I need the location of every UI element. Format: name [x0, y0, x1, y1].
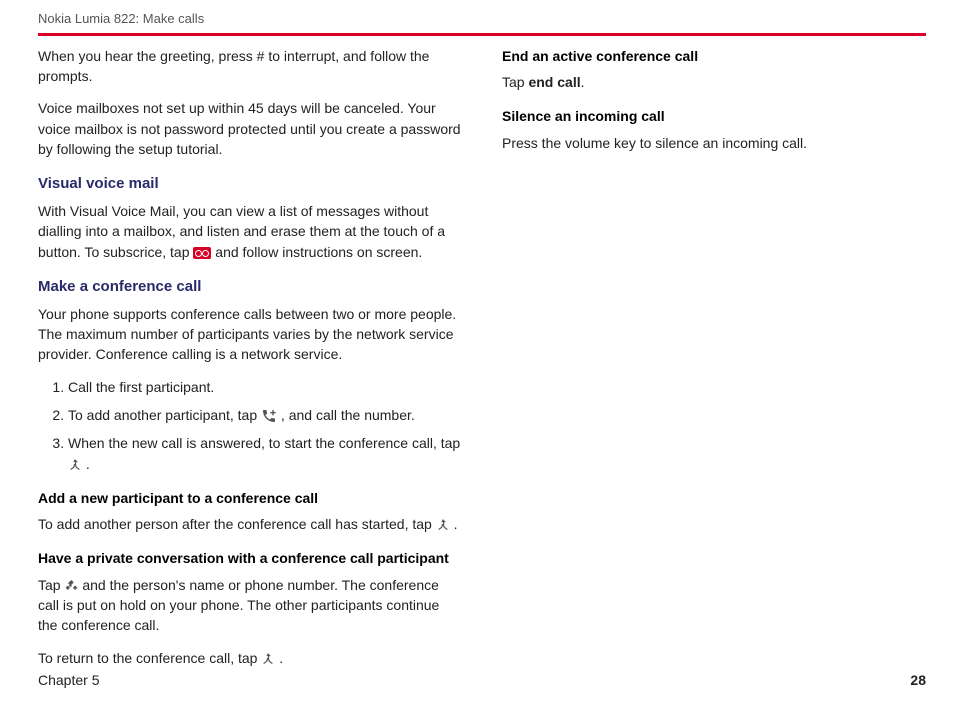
page-footer: Chapter 5 28 — [38, 670, 926, 690]
step-2-after: , and call the number. — [281, 407, 415, 423]
merge-calls-icon — [436, 518, 450, 532]
end-conference-text: Tap end call. — [502, 72, 926, 92]
step-3-after: . — [86, 456, 90, 472]
step-3-before: When the new call is answered, to start … — [68, 435, 460, 451]
page-number: 28 — [910, 670, 926, 690]
column-right: End an active conference call Tap end ca… — [502, 46, 926, 680]
conference-text: Your phone supports conference calls bet… — [38, 304, 462, 365]
step-3: When the new call is answered, to start … — [68, 433, 462, 474]
step-1: Call the first participant. — [68, 377, 462, 397]
merge-calls-icon — [68, 458, 82, 472]
heading-private-conversation: Have a private conversation with a confe… — [38, 548, 462, 568]
addp-before: To add another person after the conferen… — [38, 516, 436, 532]
split-call-icon — [64, 579, 78, 593]
intro-paragraph-1: When you hear the greeting, press # to i… — [38, 46, 462, 87]
heading-silence-call: Silence an incoming call — [502, 106, 926, 126]
step-2-before: To add another participant, tap — [68, 407, 261, 423]
priv-2-after: . — [279, 650, 283, 666]
manual-page: Nokia Lumia 822: Make calls When you hea… — [0, 0, 954, 716]
priv-1-after: and the person's name or phone number. T… — [38, 577, 439, 634]
step-1-text: Call the first participant. — [68, 379, 214, 395]
heading-visual-voice-mail: Visual voice mail — [38, 173, 462, 195]
merge-calls-icon — [261, 652, 275, 666]
conference-steps: Call the first participant. To add anoth… — [38, 377, 462, 474]
chapter-label: Chapter 5 — [38, 670, 99, 690]
add-participant-text: To add another person after the conferen… — [38, 514, 462, 534]
intro-paragraph-2: Voice mailboxes not set up within 45 day… — [38, 98, 462, 159]
header-title: Nokia Lumia 822: Make calls — [38, 11, 204, 26]
column-left: When you hear the greeting, press # to i… — [38, 46, 462, 680]
voicemail-icon — [193, 247, 211, 259]
heading-make-conference-call: Make a conference call — [38, 276, 462, 298]
visual-voice-mail-text: With Visual Voice Mail, you can view a l… — [38, 201, 462, 262]
vvm-text-after: and follow instructions on screen. — [215, 244, 422, 260]
end-text-b: end call — [528, 74, 580, 90]
content-columns: When you hear the greeting, press # to i… — [38, 46, 926, 680]
priv-2-before: To return to the conference call, tap — [38, 650, 261, 666]
add-call-icon — [261, 408, 277, 424]
heading-end-conference: End an active conference call — [502, 46, 926, 66]
private-text-1: Tap and the person's name or phone numbe… — [38, 575, 462, 636]
heading-add-participant: Add a new participant to a conference ca… — [38, 488, 462, 508]
end-text-c: . — [581, 74, 585, 90]
page-header: Nokia Lumia 822: Make calls — [38, 10, 926, 36]
private-text-2: To return to the conference call, tap . — [38, 648, 462, 668]
addp-after: . — [454, 516, 458, 532]
silence-text: Press the volume key to silence an incom… — [502, 133, 926, 153]
step-2: To add another participant, tap , and ca… — [68, 405, 462, 425]
end-text-a: Tap — [502, 74, 528, 90]
priv-1-before: Tap — [38, 577, 64, 593]
